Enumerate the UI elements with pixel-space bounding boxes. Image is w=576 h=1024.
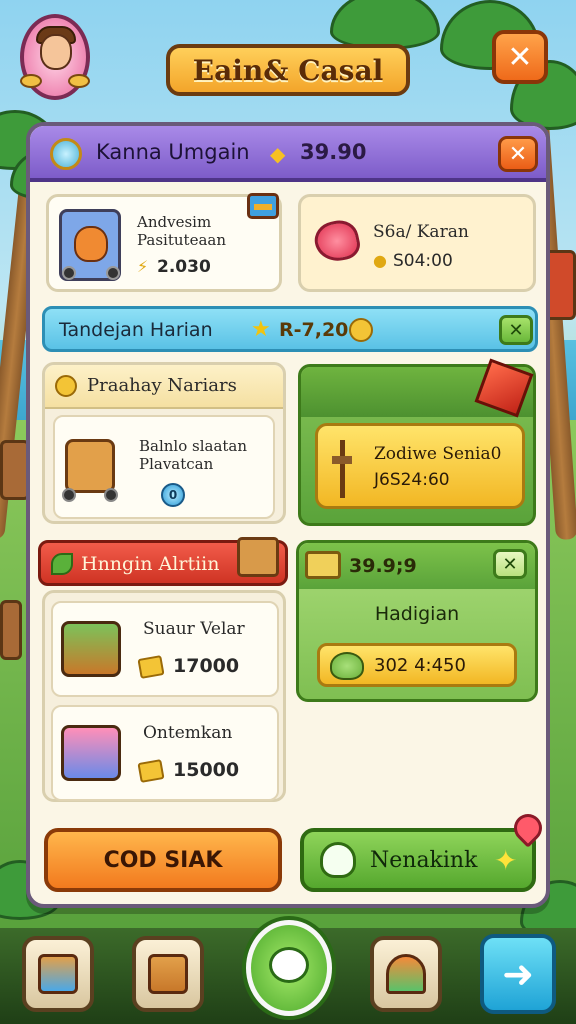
shop-item-name: Ontemkan xyxy=(143,723,233,743)
bowl-icon xyxy=(330,652,364,680)
nenakink-label: Nenakink xyxy=(370,848,478,873)
gem-icon xyxy=(50,138,82,170)
star-icon: ★ xyxy=(251,317,271,342)
treasure-chest-icon xyxy=(38,954,78,994)
shop-item-name: Suaur Velar xyxy=(143,619,245,639)
crate-icon xyxy=(237,537,279,577)
featured-item-price: 2.030 xyxy=(157,257,211,277)
prizes-header: Praahay Nariars xyxy=(45,365,283,409)
panel-header: Kanna Umgain ◆ 39.90 ✕ xyxy=(30,126,546,182)
shop-item[interactable]: Ontemkan 15000 xyxy=(51,705,279,801)
reward-value: 302 4:450 xyxy=(374,655,466,676)
avatar-face xyxy=(40,34,72,70)
cake-stack-icon xyxy=(61,621,121,677)
potion-icon xyxy=(386,954,426,994)
shop-panel: Kanna Umgain ◆ 39.90 ✕ Andvesim Pasitute… xyxy=(26,122,550,908)
gold-bar-icon xyxy=(137,655,165,679)
prize-line2: Plavatcan xyxy=(139,455,214,473)
shop-section-header: Hnngin Alrtiin xyxy=(38,537,288,586)
shop-item-price: 17000 xyxy=(173,655,240,677)
nav-chat-button[interactable] xyxy=(246,920,332,1016)
leaf-icon xyxy=(51,553,73,575)
coin-icon: ● xyxy=(373,251,387,270)
chest-icon xyxy=(247,193,279,219)
reward-card: 39.9;9 ✕ Hadigian 302 4:450 xyxy=(296,540,538,702)
cod-siak-button[interactable]: COD SIAK xyxy=(44,828,282,892)
nav-potion-button[interactable] xyxy=(370,936,442,1012)
karan-item-title: S6a/ Karan xyxy=(373,222,469,242)
wheel-icon xyxy=(62,488,76,502)
panel-close-button[interactable]: ✕ xyxy=(498,136,538,172)
palm-leaf xyxy=(330,0,440,50)
player-balance: 39.90 xyxy=(300,140,367,164)
ticket-icon xyxy=(305,551,341,579)
daily-reward-value: R-7,20 xyxy=(279,319,349,341)
hammer-icon xyxy=(332,440,352,498)
karan-item-card[interactable]: S6a/ Karan ● S04:00 xyxy=(298,194,536,292)
daily-reward-label: Tandejan Harian xyxy=(59,319,213,341)
featured-item-line1: Andvesim xyxy=(137,213,212,231)
ghost-icon xyxy=(320,842,356,878)
shop-item-price: 15000 xyxy=(173,759,240,781)
fox-face xyxy=(74,226,108,262)
prize-line1: Balnlo slaatan xyxy=(139,437,248,455)
player-name: Kanna Umgain xyxy=(96,140,250,164)
wheel-icon xyxy=(104,488,118,502)
daily-reward-bar[interactable]: Tandejan Harian ★ R-7,20 ✕ xyxy=(42,306,538,352)
shop-item[interactable]: Suaur Velar 17000 xyxy=(51,601,279,697)
heart-gem-icon xyxy=(311,216,363,266)
game-title: Eain& Casal xyxy=(166,44,410,96)
avatar-wing-left xyxy=(20,74,42,88)
wheel-icon xyxy=(62,266,76,280)
featured-item-line2: Pasituteaan xyxy=(137,231,226,249)
gold-bar-icon xyxy=(137,759,165,783)
player-avatar[interactable] xyxy=(20,14,90,100)
top-close-button[interactable]: ✕ xyxy=(492,30,548,84)
cart-icon xyxy=(62,439,118,502)
nenakink-button[interactable]: Nenakink ✦ xyxy=(300,808,546,892)
special-card: Zodiwe Senia0 J6S24:60 xyxy=(298,358,536,526)
crate-icon xyxy=(148,954,188,994)
nav-next-button[interactable]: ➜ xyxy=(480,934,556,1014)
prize-item[interactable]: Balnlo slaatan Plavatcan 0 xyxy=(53,415,275,519)
special-offer-button[interactable]: Zodiwe Senia0 J6S24:60 xyxy=(315,423,525,509)
chat-bubble-icon xyxy=(269,947,309,983)
crate-pile xyxy=(0,600,22,660)
reward-header: 39.9;9 ✕ xyxy=(299,543,535,589)
reward-label: Hadigian xyxy=(374,603,460,625)
prizes-title: Praahay Nariars xyxy=(87,375,237,396)
daily-close-button[interactable]: ✕ xyxy=(499,315,533,345)
wheel-icon xyxy=(106,266,120,280)
karan-item-price: S04:00 xyxy=(393,251,453,271)
heart-icon xyxy=(508,808,546,848)
nav-chest-button[interactable] xyxy=(22,936,94,1012)
prizes-card: Praahay Nariars Balnlo slaatan Plavatcan… xyxy=(42,362,286,524)
nav-crate-button[interactable] xyxy=(132,936,204,1012)
reward-close-button[interactable]: ✕ xyxy=(493,549,527,579)
sparkle-icon: ✦ xyxy=(494,844,518,877)
shop-list: Suaur Velar 17000 Ontemkan 15000 xyxy=(42,590,286,802)
reward-claim-button[interactable]: 302 4:450 xyxy=(317,643,517,687)
shop-section-title: Hnngin Alrtiin xyxy=(81,553,220,575)
reward-ticket-value: 39.9;9 xyxy=(349,555,417,577)
special-offer-label: Zodiwe Senia0 xyxy=(374,444,502,464)
coin-icon: ⚡ xyxy=(137,257,149,276)
avatar-wing-right xyxy=(68,74,90,88)
bucket-icon xyxy=(61,725,121,781)
coin-icon xyxy=(55,375,77,397)
special-offer-value: J6S24:60 xyxy=(374,470,450,490)
orb-icon: 0 xyxy=(161,483,185,507)
coin-icon: ◆ xyxy=(270,142,286,166)
featured-item-card[interactable]: Andvesim Pasituteaan ⚡ 2.030 xyxy=(46,193,282,292)
coin-icon xyxy=(349,318,373,342)
fox-character-icon xyxy=(59,209,121,281)
